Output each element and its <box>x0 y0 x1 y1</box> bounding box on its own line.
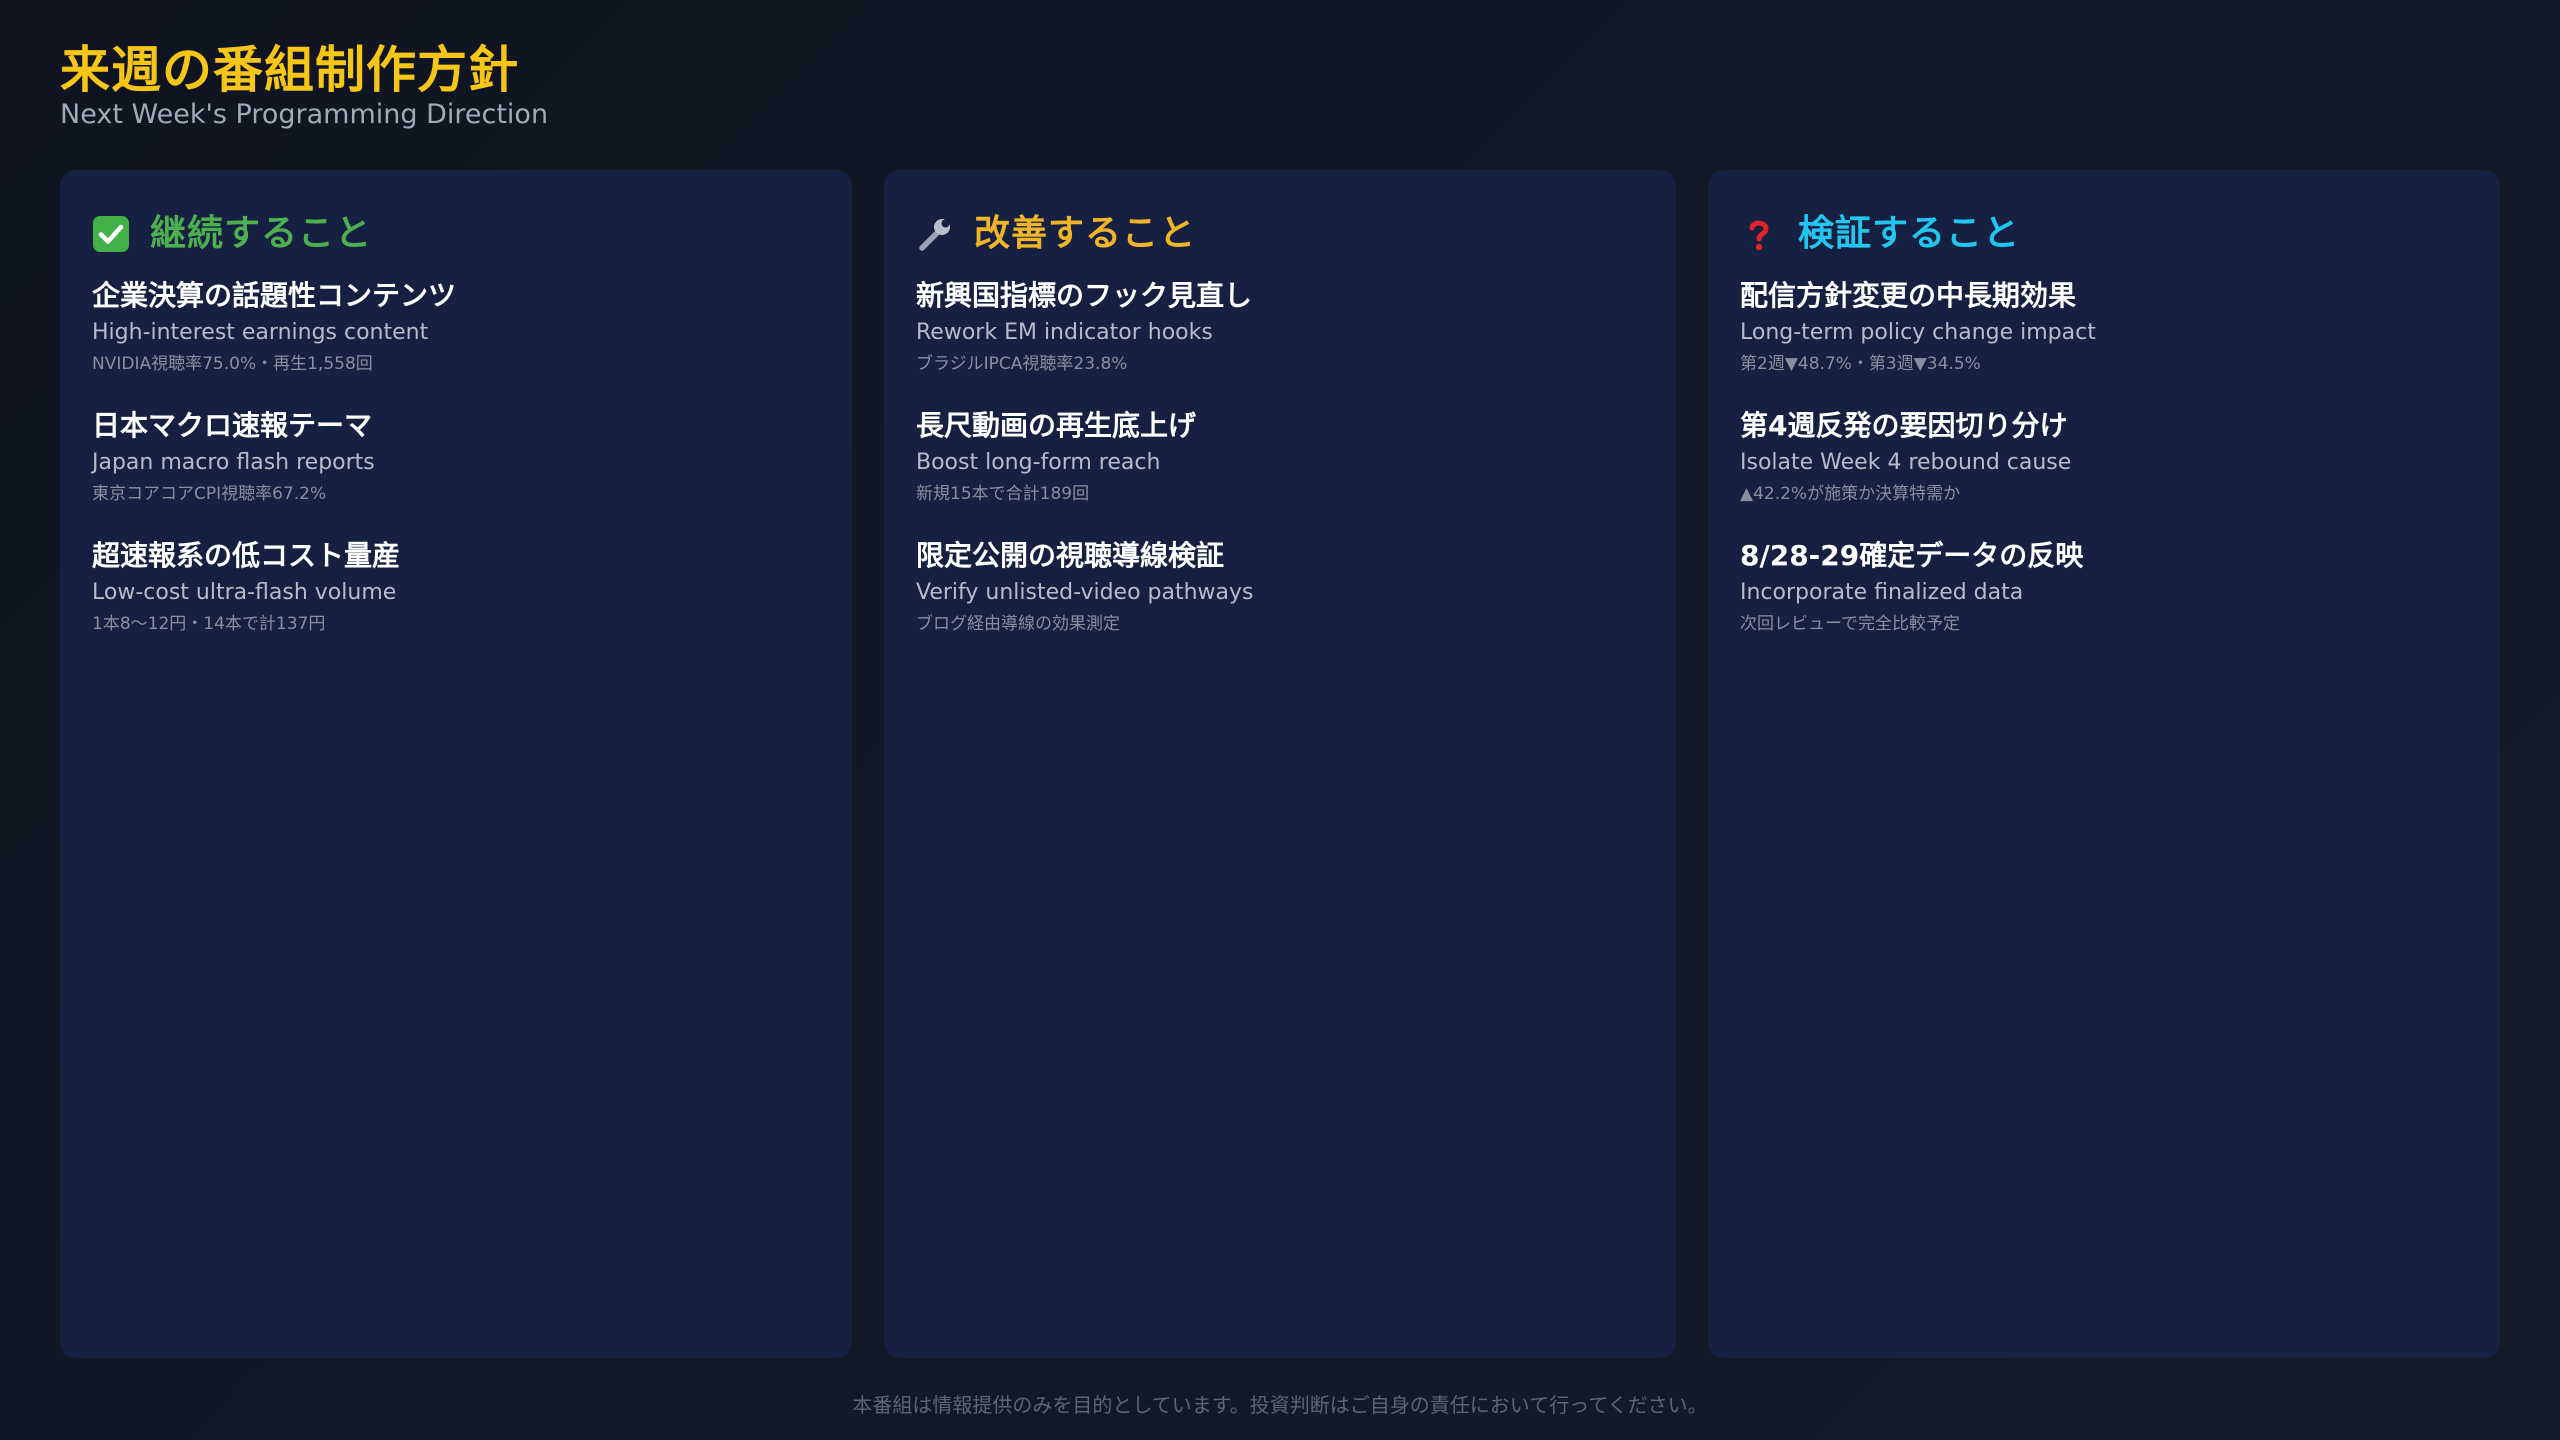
page: 来週の番組制作方針 Next Week's Programming Direct… <box>0 0 2560 1440</box>
card-title-continue: 継続すること <box>150 213 373 254</box>
card-verify: 検証すること 配信方針変更の中長期効果 Long-term policy cha… <box>1708 170 2500 1358</box>
item-subtitle: Long-term policy change impact <box>1740 320 2096 345</box>
card-improve: 改善すること 新興国指標のフック見直し Rework EM indicator … <box>884 170 1676 1358</box>
list-item: 超速報系の低コスト量産 Low-cost ultra-flash volume … <box>92 536 820 638</box>
item-detail: 新規15本で合計189回 <box>916 484 1090 504</box>
item-title: 日本マクロ速報テーマ <box>92 409 373 442</box>
item-title: 企業決算の話題性コンテンツ <box>92 279 457 312</box>
item-title: 第4週反発の要因切り分け <box>1740 409 2068 442</box>
footer-disclaimer: 本番組は情報提供のみを目的としています。投資判断はご自身の責任において行ってくだ… <box>852 1393 1708 1417</box>
item-subtitle: High-interest earnings content <box>92 320 429 345</box>
item-detail: 東京コアコアCPI視聴率67.2% <box>92 484 327 504</box>
item-subtitle: Low-cost ultra-flash volume <box>92 580 397 605</box>
list-item: 長尺動画の再生底上げ Boost long-form reach 新規15本で合… <box>916 406 1644 508</box>
card-title-verify: 検証すること <box>1798 213 2021 254</box>
item-detail: ブログ経由導線の効果測定 <box>916 614 1120 634</box>
page-title: 来週の番組制作方針 <box>60 41 519 99</box>
list-item: 日本マクロ速報テーマ Japan macro flash reports 東京コ… <box>92 406 820 508</box>
list-item: 企業決算の話題性コンテンツ High-interest earnings con… <box>92 276 820 378</box>
item-subtitle: Incorporate finalized data <box>1740 580 2024 605</box>
item-subtitle: Rework EM indicator hooks <box>916 320 1213 345</box>
list-item: 新興国指標のフック見直し Rework EM indicator hooks ブ… <box>916 276 1644 378</box>
item-subtitle: Verify unlisted-video pathways <box>916 580 1254 605</box>
card-header-improve: 改善すること <box>916 206 1644 262</box>
item-title: 8/28-29確定データの反映 <box>1740 539 2084 572</box>
list-item: 配信方針変更の中長期効果 Long-term policy change imp… <box>1740 276 2468 378</box>
item-detail: NVIDIA視聴率75.0%・再生1,558回 <box>92 354 373 374</box>
card-header-continue: 継続すること <box>92 206 820 262</box>
question-icon <box>1740 215 1778 253</box>
item-subtitle: Japan macro flash reports <box>92 450 375 475</box>
item-title: 新興国指標のフック見直し <box>916 279 1253 312</box>
item-detail: ブラジルIPCA視聴率23.8% <box>916 354 1128 374</box>
item-subtitle: Boost long-form reach <box>916 450 1161 475</box>
card-header-verify: 検証すること <box>1740 206 2468 262</box>
columns: 継続すること 企業決算の話題性コンテンツ High-interest earni… <box>60 170 2500 1358</box>
card-continue: 継続すること 企業決算の話題性コンテンツ High-interest earni… <box>60 170 852 1358</box>
item-detail: 次回レビューで完全比較予定 <box>1740 614 1960 634</box>
card-title-improve: 改善すること <box>974 213 1197 254</box>
item-title: 長尺動画の再生底上げ <box>916 409 1197 442</box>
wrench-icon <box>916 215 954 253</box>
item-detail: 1本8〜12円・14本で計137円 <box>92 614 326 634</box>
list-item: 限定公開の視聴導線検証 Verify unlisted-video pathwa… <box>916 536 1644 638</box>
item-title: 配信方針変更の中長期効果 <box>1740 279 2077 312</box>
check-icon <box>92 215 130 253</box>
item-detail: ▲42.2%が施策か決算特需か <box>1740 484 1961 504</box>
item-subtitle: Isolate Week 4 rebound cause <box>1740 450 2072 475</box>
header: 来週の番組制作方針 Next Week's Programming Direct… <box>60 38 548 132</box>
item-title: 超速報系の低コスト量産 <box>92 539 401 572</box>
page-subtitle: Next Week's Programming Direction <box>60 99 549 130</box>
item-detail: 第2週▼48.7%・第3週▼34.5% <box>1740 354 1981 374</box>
list-item: 第4週反発の要因切り分け Isolate Week 4 rebound caus… <box>1740 406 2468 508</box>
item-title: 限定公開の視聴導線検証 <box>916 539 1225 572</box>
list-item: 8/28-29確定データの反映 Incorporate finalized da… <box>1740 536 2468 638</box>
